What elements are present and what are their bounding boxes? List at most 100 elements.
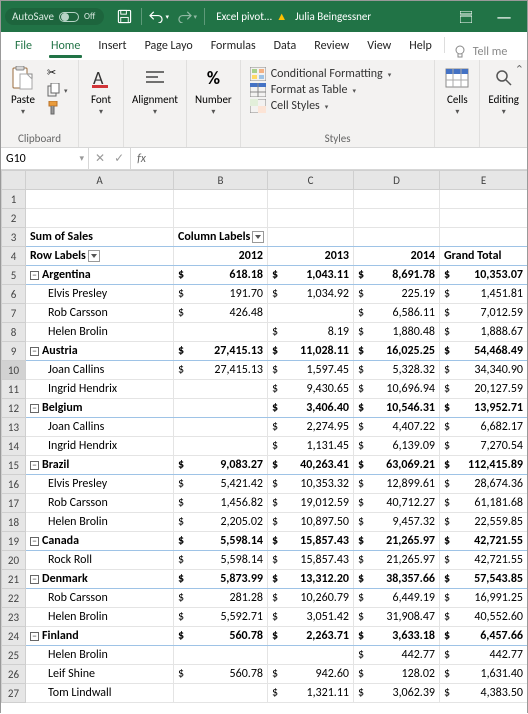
cell[interactable]: $560.78 (174, 627, 268, 646)
cell[interactable] (268, 304, 354, 323)
col-header[interactable]: A (26, 171, 174, 190)
collapse-icon[interactable]: − (30, 404, 39, 413)
format-painter-button[interactable] (44, 100, 71, 116)
cell[interactable] (174, 380, 268, 399)
cell[interactable] (26, 209, 174, 228)
cell[interactable] (440, 228, 528, 247)
cell[interactable]: $57,543.85 (440, 570, 528, 589)
formula-input[interactable]: fx (131, 148, 527, 169)
cell[interactable]: Joan Callins (26, 361, 174, 380)
row-header[interactable]: 13 (2, 418, 26, 437)
tab-page-layout[interactable]: Page Layo (136, 35, 202, 59)
row-header[interactable]: 7 (2, 304, 26, 323)
cell[interactable]: $1,888.67 (440, 323, 528, 342)
collapse-icon[interactable]: − (30, 461, 39, 470)
col-header[interactable]: C (268, 171, 354, 190)
copy-button[interactable]: ▾ (44, 82, 71, 98)
cell[interactable]: $40,263.41 (268, 456, 354, 475)
cell-styles-button[interactable]: Cell Styles▾ (250, 98, 426, 114)
cell[interactable]: $9,430.65 (268, 380, 354, 399)
row-header[interactable]: 15 (2, 456, 26, 475)
cancel-formula-icon[interactable]: ✕ (95, 151, 105, 166)
cell[interactable] (174, 646, 268, 665)
tab-review[interactable]: Review (305, 35, 358, 59)
cell[interactable]: $63,069.21 (354, 456, 440, 475)
cell[interactable]: $112,415.89 (440, 456, 528, 475)
cell[interactable]: Rob Carsson (26, 304, 174, 323)
cell[interactable]: $7,012.59 (440, 304, 528, 323)
cell[interactable]: Row Labels (26, 247, 174, 266)
cell[interactable]: $1,631.40 (440, 665, 528, 684)
cell[interactable]: $6,449.19 (354, 589, 440, 608)
cell[interactable]: $27,415.13 (174, 342, 268, 361)
cell[interactable]: $4,383.50 (440, 684, 528, 703)
col-header[interactable]: B (174, 171, 268, 190)
cell[interactable]: $442.77 (354, 646, 440, 665)
cell[interactable]: $5,328.32 (354, 361, 440, 380)
cell[interactable]: 2013 (268, 247, 354, 266)
cell[interactable]: $10,546.31 (354, 399, 440, 418)
options-icon[interactable] (447, 1, 485, 32)
alignment-button[interactable]: Alignment▾ (127, 63, 183, 118)
cell[interactable]: $1,034.92 (268, 285, 354, 304)
row-header[interactable]: 1 (2, 190, 26, 209)
cell[interactable] (268, 228, 354, 247)
cell[interactable]: $6,586.11 (354, 304, 440, 323)
tab-data[interactable]: Data (265, 35, 306, 59)
cell[interactable]: $10,897.50 (268, 513, 354, 532)
cell[interactable] (268, 209, 354, 228)
cell[interactable]: Elvis Presley (26, 285, 174, 304)
cell[interactable]: −Argentina (26, 266, 174, 285)
cell[interactable]: $10,696.94 (354, 380, 440, 399)
col-header[interactable]: D (354, 171, 440, 190)
cell[interactable]: $3,633.18 (354, 627, 440, 646)
cell[interactable]: $13,952.71 (440, 399, 528, 418)
cell[interactable]: Helen Brolin (26, 646, 174, 665)
cell[interactable]: $4,407.22 (354, 418, 440, 437)
collapse-icon[interactable]: − (30, 271, 39, 280)
cell[interactable]: $11,028.11 (268, 342, 354, 361)
cell[interactable]: $1,321.11 (268, 684, 354, 703)
cell[interactable]: Tom Lindwall (26, 684, 174, 703)
row-header[interactable]: 12 (2, 399, 26, 418)
cell[interactable] (174, 684, 268, 703)
cell[interactable]: Grand Total (440, 247, 528, 266)
cell[interactable]: $618.18 (174, 266, 268, 285)
cell[interactable]: $10,260.79 (268, 589, 354, 608)
cell[interactable]: $42,721.55 (440, 551, 528, 570)
cell[interactable]: $12,899.61 (354, 475, 440, 494)
filter-icon[interactable] (88, 250, 100, 262)
collapse-icon[interactable]: − (30, 537, 39, 546)
cell[interactable]: $6,139.09 (354, 437, 440, 456)
cell[interactable]: $2,205.02 (174, 513, 268, 532)
row-header[interactable]: 25 (2, 646, 26, 665)
cell[interactable]: $1,456.82 (174, 494, 268, 513)
cell[interactable]: $10,353.32 (268, 475, 354, 494)
cell[interactable]: $6,682.17 (440, 418, 528, 437)
cell[interactable]: $8,691.78 (354, 266, 440, 285)
tell-me-search[interactable]: Tell me (454, 45, 508, 59)
row-header[interactable]: 17 (2, 494, 26, 513)
number-button[interactable]: %Number▾ (190, 63, 237, 118)
autosave-toggle[interactable]: AutoSave Off (5, 8, 104, 25)
select-all-corner[interactable] (2, 171, 26, 190)
cell[interactable] (174, 399, 268, 418)
tab-file[interactable]: File (9, 35, 42, 59)
cell[interactable]: $560.78 (174, 665, 268, 684)
redo-icon[interactable]: ▾ (174, 4, 200, 30)
cell[interactable]: −Belgium (26, 399, 174, 418)
row-header[interactable]: 11 (2, 380, 26, 399)
cell[interactable] (174, 437, 268, 456)
row-header[interactable]: 26 (2, 665, 26, 684)
tab-help[interactable]: Help (400, 35, 441, 59)
cell[interactable]: $28,674.36 (440, 475, 528, 494)
collapse-ribbon-icon[interactable]: ⌃ (515, 63, 524, 76)
cell[interactable]: $2,274.95 (268, 418, 354, 437)
cell[interactable]: 2014 (354, 247, 440, 266)
cell[interactable]: −Brazil (26, 456, 174, 475)
cell[interactable]: $16,025.25 (354, 342, 440, 361)
cell[interactable]: −Austria (26, 342, 174, 361)
paste-button[interactable]: Paste▾ (4, 63, 42, 118)
row-header[interactable]: 18 (2, 513, 26, 532)
cell[interactable]: Joan Callins (26, 418, 174, 437)
